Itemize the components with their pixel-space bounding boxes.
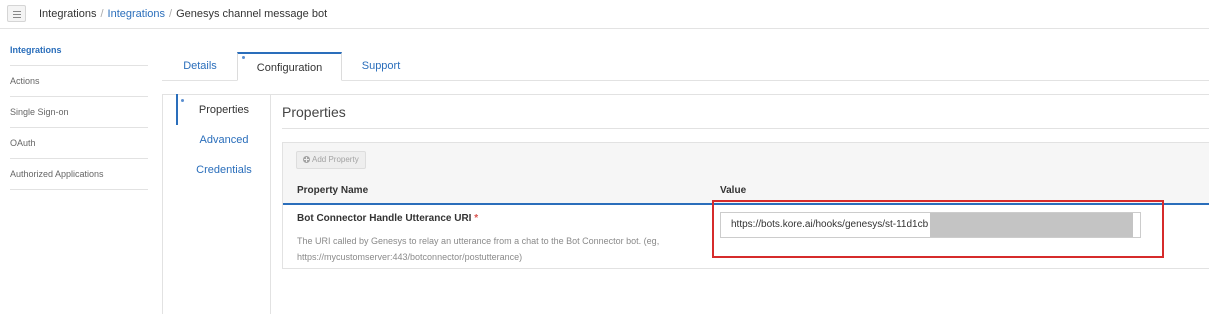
tab-details[interactable]: Details — [176, 52, 224, 81]
breadcrumb: Integrations / Integrations / Genesys channe… — [39, 7, 327, 21]
required-marker: * — [474, 213, 479, 224]
tab-configuration-label: Configuration — [256, 62, 323, 74]
nav-item-advanced[interactable]: Advanced — [177, 133, 271, 147]
property-name-label: Bot Connector Handle Utterance URI — [297, 213, 472, 224]
column-header-value: Value — [720, 185, 747, 196]
sidebar-item-authorized-applications[interactable]: Authorized Applications — [10, 159, 148, 190]
sidebar-item-integrations[interactable]: Integrations — [10, 35, 148, 66]
breadcrumb-current: Genesys channel message bot — [176, 8, 328, 20]
sidebar-item-oauth[interactable]: OAuth — [10, 128, 148, 159]
breadcrumb-integrations-link[interactable]: Integrations — [108, 8, 165, 20]
sidebar-item-actions[interactable]: Actions — [10, 66, 148, 97]
properties-nav: Properties Advanced Credentials — [162, 94, 272, 314]
column-header-property-name: Property Name — [297, 185, 369, 196]
breadcrumb-root: Integrations — [39, 8, 97, 20]
nav-item-properties[interactable]: Properties — [177, 103, 271, 117]
tab-changed-dot-icon — [242, 56, 245, 59]
hamburger-menu-icon[interactable] — [7, 5, 26, 22]
add-property-label: Add Property — [312, 155, 359, 164]
top-bar: Integrations / Integrations / Genesys channe… — [0, 0, 1209, 29]
property-description: The URI called by Genesys to relay an ut… — [297, 236, 660, 262]
properties-title: Properties — [282, 104, 346, 120]
breadcrumb-separator: / — [169, 8, 173, 20]
plus-circle-icon — [303, 156, 310, 163]
tab-configuration[interactable]: Configuration — [237, 52, 342, 81]
add-property-button[interactable]: Add Property — [296, 151, 366, 169]
property-name: Bot Connector Handle Utterance URI * — [297, 213, 478, 224]
nav-item-credentials[interactable]: Credentials — [177, 163, 271, 177]
breadcrumb-separator: / — [100, 8, 104, 20]
sidebar-item-single-sign-on[interactable]: Single Sign-on — [10, 97, 148, 128]
table-toolbar: Add Property — [283, 143, 1209, 178]
tab-support[interactable]: Support — [352, 52, 410, 81]
nav-changed-dot-icon — [181, 99, 184, 102]
highlight-box — [712, 200, 1164, 258]
